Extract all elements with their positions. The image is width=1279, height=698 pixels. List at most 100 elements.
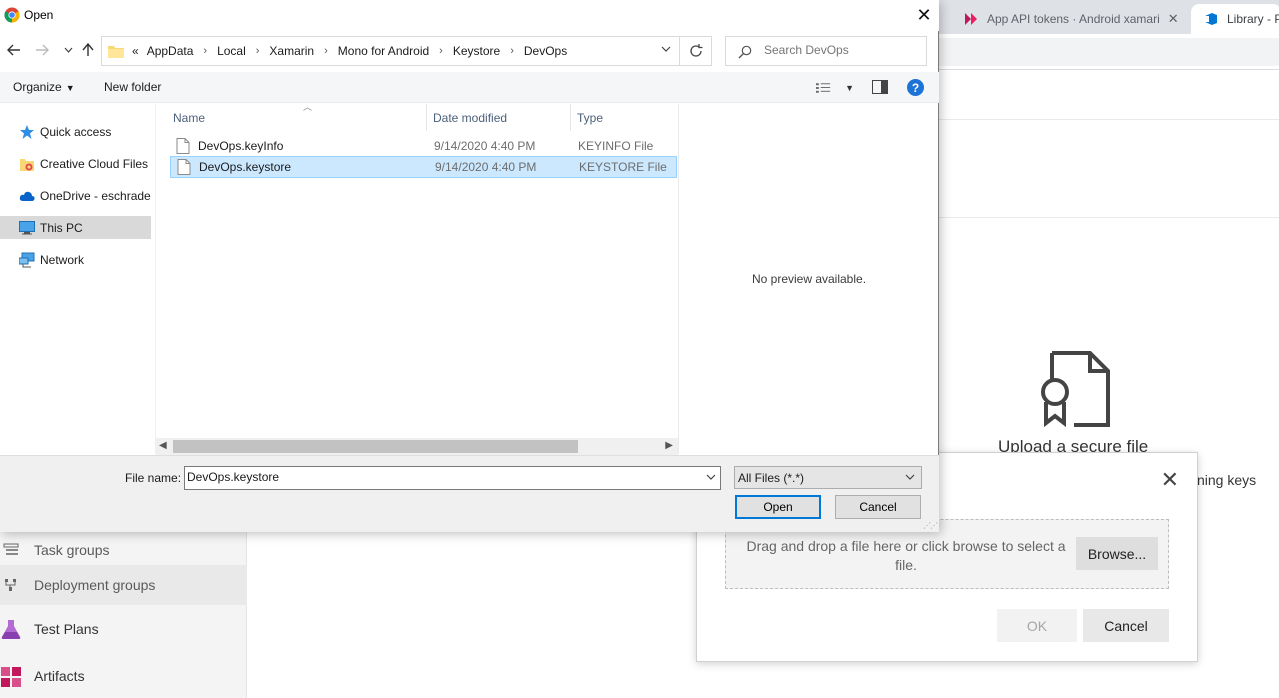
omnibox[interactable] <box>939 38 1279 66</box>
nav-item-quick-access[interactable]: Quick access <box>0 120 151 143</box>
close-icon[interactable]: ✕ <box>909 0 939 31</box>
details-view-icon <box>816 83 831 93</box>
file-name-input[interactable] <box>187 470 697 484</box>
chevron-right-icon[interactable]: › <box>504 45 520 57</box>
breadcrumb-item[interactable]: Local <box>213 44 250 58</box>
recent-locations-chevron-icon[interactable] <box>60 42 76 58</box>
ok-button[interactable]: OK <box>997 609 1077 642</box>
tab-close-icon[interactable]: ✕ <box>1168 11 1179 27</box>
browser-address-area <box>939 34 1279 70</box>
open-button[interactable]: Open <box>735 495 821 519</box>
deployment-groups-icon <box>0 574 22 596</box>
preview-pane: No preview available. <box>678 104 938 454</box>
browser-tab-app-api-tokens[interactable]: App API tokens · Android xamari ✕ <box>959 4 1191 34</box>
nav-item-label: This PC <box>40 220 83 235</box>
browser-tab-label: App API tokens · Android xamari <box>987 12 1160 26</box>
column-header-label: Type <box>577 110 604 125</box>
file-row[interactable]: DevOps.keyInfo 9/14/2020 4:40 PM KEYINFO… <box>170 135 677 157</box>
nav-item-creative-cloud-files[interactable]: Creative Cloud Files <box>0 152 151 175</box>
breadcrumb-item[interactable]: DevOps <box>520 44 571 58</box>
browse-button[interactable]: Browse... <box>1076 537 1158 570</box>
file-type-selected: All Files (*.*) <box>738 471 805 485</box>
nav-item-this-pc[interactable]: This PC <box>0 216 151 239</box>
chrome-icon <box>4 7 20 23</box>
breadcrumb-item[interactable]: AppData <box>143 44 198 58</box>
browser-tab-library[interactable]: Library - P <box>1191 4 1279 34</box>
forward-arrow-icon[interactable] <box>34 42 50 58</box>
file-type: KEYINFO File <box>578 139 654 153</box>
dialog-titlebar[interactable]: Open ✕ <box>0 0 939 31</box>
organize-button[interactable]: Organize ▼ <box>13 80 75 94</box>
column-header-type[interactable]: Type <box>571 104 678 131</box>
browser-tab-strip: App API tokens · Android xamari ✕ Librar… <box>939 0 1279 34</box>
sidebar-item-test-plans[interactable]: Test Plans <box>0 608 247 650</box>
scroll-left-icon[interactable]: ◀ <box>159 440 167 451</box>
sidebar-item-artifacts[interactable]: Artifacts <box>0 656 247 696</box>
scroll-right-icon[interactable]: ▶ <box>665 440 673 451</box>
help-icon[interactable]: ? <box>907 79 924 96</box>
sidebar-item-deployment-groups[interactable]: Deployment groups <box>0 565 247 605</box>
sidebar-item-task-groups[interactable]: Task groups <box>0 530 247 570</box>
new-folder-button[interactable]: New folder <box>104 80 161 94</box>
address-bar[interactable]: « AppData › Local › Xamarin › Mono for A… <box>101 36 712 66</box>
file-name-combobox[interactable] <box>184 466 721 490</box>
scrollbar-thumb[interactable] <box>173 440 578 453</box>
column-header-name[interactable]: ︿ Name <box>167 102 427 131</box>
nav-item-network[interactable]: Network <box>0 248 151 271</box>
file-name-label: File name: <box>125 471 182 485</box>
computer-icon <box>18 220 36 236</box>
file-type-select[interactable]: All Files (*.*) <box>734 466 922 489</box>
breadcrumb-overflow[interactable]: « <box>128 44 143 58</box>
divider <box>939 217 1279 218</box>
back-arrow-icon[interactable] <box>6 42 22 58</box>
change-view-button[interactable]: ▼ <box>816 80 854 96</box>
caret-down-icon: ▼ <box>845 83 854 93</box>
breadcrumb-item[interactable]: Mono for Android <box>334 44 433 58</box>
sidebar-item-label: Task groups <box>34 542 110 558</box>
breadcrumb-item[interactable]: Xamarin <box>265 44 318 58</box>
chevron-right-icon[interactable]: › <box>318 45 334 57</box>
column-header-date-modified[interactable]: Date modified <box>427 104 571 131</box>
search-input[interactable] <box>764 43 922 57</box>
search-box[interactable] <box>725 36 927 66</box>
address-row: « AppData › Local › Xamarin › Mono for A… <box>0 34 939 68</box>
secure-file-icon <box>1041 351 1110 428</box>
resize-grip-icon[interactable]: ⋰⋰ <box>923 521 938 530</box>
close-icon[interactable]: ✕ <box>1161 469 1179 491</box>
chevron-right-icon[interactable]: › <box>197 45 213 57</box>
network-icon <box>18 252 36 268</box>
refresh-icon[interactable] <box>679 37 711 65</box>
chevron-down-icon[interactable] <box>905 472 915 483</box>
file-row-selected[interactable]: DevOps.keystore 9/14/2020 4:40 PM KEYSTO… <box>170 156 677 178</box>
horizontal-scrollbar[interactable]: ◀ ▶ <box>156 438 678 455</box>
file-icon <box>176 138 190 154</box>
modal-cancel-button[interactable]: Cancel <box>1083 609 1169 642</box>
column-header-label: Date modified <box>433 110 508 125</box>
dialog-title: Open <box>24 8 54 22</box>
task-groups-icon <box>0 539 22 561</box>
cancel-button[interactable]: Cancel <box>835 495 921 519</box>
cloud-icon <box>18 188 36 204</box>
file-name: DevOps.keystore <box>199 160 292 174</box>
file-list: ︿ Name Date modified Type DevOps.keyInfo… <box>155 102 678 455</box>
chevron-right-icon[interactable]: › <box>433 45 449 57</box>
flask-icon <box>0 618 22 640</box>
up-arrow-icon[interactable] <box>80 42 96 58</box>
signing-keys-text: ning keys <box>1197 472 1257 488</box>
divider <box>939 119 1279 120</box>
nav-item-label: OneDrive - eschrader <box>40 188 151 203</box>
chevron-right-icon[interactable]: › <box>250 45 266 57</box>
sidebar-item-label: Test Plans <box>34 621 99 637</box>
folder-icon <box>108 46 124 58</box>
star-icon <box>18 124 36 140</box>
file-type: KEYSTORE File <box>579 160 667 174</box>
chevron-down-icon[interactable] <box>706 472 716 483</box>
file-name: DevOps.keyInfo <box>198 139 284 153</box>
nav-item-label: Quick access <box>40 124 112 139</box>
devops-sidebar: Task groups Deployment groups Test Plans… <box>0 530 247 698</box>
nav-item-onedrive[interactable]: OneDrive - eschrader <box>0 184 151 207</box>
breadcrumb-item[interactable]: Keystore <box>449 44 504 58</box>
preview-pane-icon[interactable] <box>872 80 888 94</box>
app-center-icon <box>965 13 977 25</box>
chevron-down-icon[interactable] <box>661 44 671 55</box>
